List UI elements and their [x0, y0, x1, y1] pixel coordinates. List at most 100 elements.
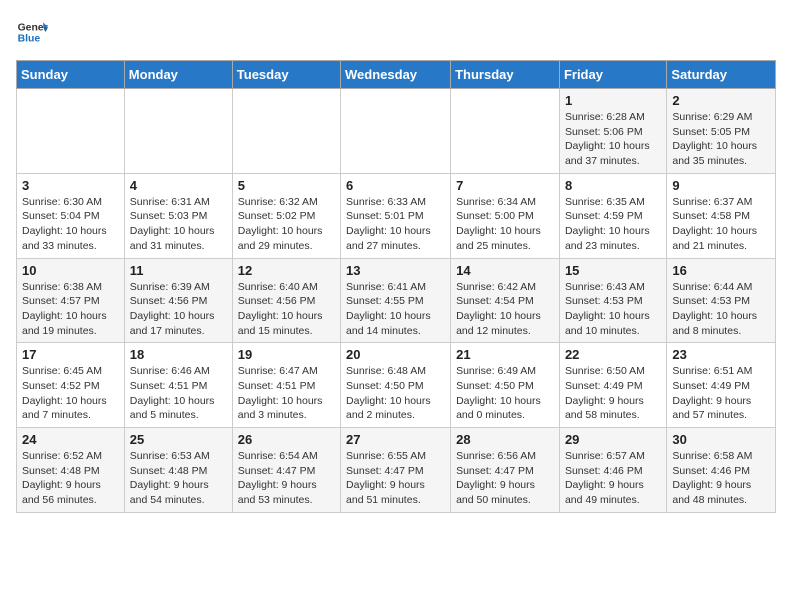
calendar-cell: [124, 89, 232, 174]
calendar-cell: 4 Sunrise: 6:31 AM Sunset: 5:03 PM Daylig…: [124, 173, 232, 258]
calendar-table: SundayMondayTuesdayWednesdayThursdayFrid…: [16, 60, 776, 513]
day-info: Sunrise: 6:50 AM Sunset: 4:49 PM Dayligh…: [565, 364, 661, 423]
day-number: 5: [238, 178, 335, 193]
weekday-header: Tuesday: [232, 61, 340, 89]
day-number: 27: [346, 432, 445, 447]
calendar-cell: 10Sunrise: 6:38 AM Sunset: 4:57 PM Dayli…: [17, 258, 125, 343]
day-number: 1: [565, 93, 661, 108]
calendar-cell: [17, 89, 125, 174]
day-number: 14: [456, 263, 554, 278]
day-number: 10: [22, 263, 119, 278]
calendar-cell: 30 Sunrise: 6:58 AM Sunset: 4:46 PM Dayli…: [667, 428, 776, 513]
day-info: Sunrise: 6:54 AM Sunset: 4:47 PM Dayligh…: [238, 449, 335, 508]
page-header: General Blue: [16, 16, 776, 48]
calendar-cell: 16Sunrise: 6:44 AM Sunset: 4:53 PM Dayli…: [667, 258, 776, 343]
calendar-cell: 3 Sunrise: 6:30 AM Sunset: 5:04 PM Daylig…: [17, 173, 125, 258]
calendar-cell: 29 Sunrise: 6:57 AM Sunset: 4:46 PM Dayli…: [559, 428, 666, 513]
day-info: Sunrise: 6:57 AM Sunset: 4:46 PM Dayligh…: [565, 449, 661, 508]
calendar-week-row: 3 Sunrise: 6:30 AM Sunset: 5:04 PM Daylig…: [17, 173, 776, 258]
calendar-header-row: SundayMondayTuesdayWednesdayThursdayFrid…: [17, 61, 776, 89]
calendar-week-row: 1Sunrise: 6:28 AM Sunset: 5:06 PM Daylig…: [17, 89, 776, 174]
day-info: Sunrise: 6:56 AM Sunset: 4:47 PM Dayligh…: [456, 449, 554, 508]
calendar-cell: 12Sunrise: 6:40 AM Sunset: 4:56 PM Dayli…: [232, 258, 340, 343]
day-number: 3: [22, 178, 119, 193]
calendar-cell: 15Sunrise: 6:43 AM Sunset: 4:53 PM Dayli…: [559, 258, 666, 343]
calendar-cell: 22 Sunrise: 6:50 AM Sunset: 4:49 PM Dayli…: [559, 343, 666, 428]
day-number: 13: [346, 263, 445, 278]
calendar-cell: 2 Sunrise: 6:29 AM Sunset: 5:05 PM Daylig…: [667, 89, 776, 174]
day-info: Sunrise: 6:58 AM Sunset: 4:46 PM Dayligh…: [672, 449, 770, 508]
day-number: 24: [22, 432, 119, 447]
day-number: 17: [22, 347, 119, 362]
day-number: 18: [130, 347, 227, 362]
day-number: 21: [456, 347, 554, 362]
calendar-cell: 28Sunrise: 6:56 AM Sunset: 4:47 PM Dayli…: [451, 428, 560, 513]
day-number: 30: [672, 432, 770, 447]
calendar-cell: [232, 89, 340, 174]
calendar-cell: 7 Sunrise: 6:34 AM Sunset: 5:00 PM Daylig…: [451, 173, 560, 258]
day-number: 11: [130, 263, 227, 278]
day-number: 15: [565, 263, 661, 278]
calendar-cell: 19 Sunrise: 6:47 AM Sunset: 4:51 PM Dayli…: [232, 343, 340, 428]
day-number: 4: [130, 178, 227, 193]
calendar-cell: 23 Sunrise: 6:51 AM Sunset: 4:49 PM Dayli…: [667, 343, 776, 428]
day-info: Sunrise: 6:55 AM Sunset: 4:47 PM Dayligh…: [346, 449, 445, 508]
logo: General Blue: [16, 16, 48, 48]
day-info: Sunrise: 6:29 AM Sunset: 5:05 PM Dayligh…: [672, 110, 770, 169]
calendar-cell: 9 Sunrise: 6:37 AM Sunset: 4:58 PM Daylig…: [667, 173, 776, 258]
day-info: Sunrise: 6:41 AM Sunset: 4:55 PM Dayligh…: [346, 280, 445, 339]
weekday-header: Wednesday: [341, 61, 451, 89]
day-info: Sunrise: 6:34 AM Sunset: 5:00 PM Dayligh…: [456, 195, 554, 254]
day-info: Sunrise: 6:40 AM Sunset: 4:56 PM Dayligh…: [238, 280, 335, 339]
calendar-cell: 13 Sunrise: 6:41 AM Sunset: 4:55 PM Dayli…: [341, 258, 451, 343]
day-info: Sunrise: 6:48 AM Sunset: 4:50 PM Dayligh…: [346, 364, 445, 423]
calendar-cell: [341, 89, 451, 174]
day-info: Sunrise: 6:53 AM Sunset: 4:48 PM Dayligh…: [130, 449, 227, 508]
day-number: 2: [672, 93, 770, 108]
day-info: Sunrise: 6:31 AM Sunset: 5:03 PM Dayligh…: [130, 195, 227, 254]
calendar-week-row: 24Sunrise: 6:52 AM Sunset: 4:48 PM Dayli…: [17, 428, 776, 513]
day-info: Sunrise: 6:45 AM Sunset: 4:52 PM Dayligh…: [22, 364, 119, 423]
day-info: Sunrise: 6:44 AM Sunset: 4:53 PM Dayligh…: [672, 280, 770, 339]
day-number: 20: [346, 347, 445, 362]
day-number: 22: [565, 347, 661, 362]
day-number: 19: [238, 347, 335, 362]
calendar-cell: 21 Sunrise: 6:49 AM Sunset: 4:50 PM Dayli…: [451, 343, 560, 428]
calendar-cell: 27 Sunrise: 6:55 AM Sunset: 4:47 PM Dayli…: [341, 428, 451, 513]
weekday-header: Thursday: [451, 61, 560, 89]
calendar-cell: 20 Sunrise: 6:48 AM Sunset: 4:50 PM Dayli…: [341, 343, 451, 428]
calendar-cell: 26 Sunrise: 6:54 AM Sunset: 4:47 PM Dayli…: [232, 428, 340, 513]
day-number: 26: [238, 432, 335, 447]
day-info: Sunrise: 6:32 AM Sunset: 5:02 PM Dayligh…: [238, 195, 335, 254]
day-number: 8: [565, 178, 661, 193]
day-number: 23: [672, 347, 770, 362]
calendar-cell: [451, 89, 560, 174]
day-info: Sunrise: 6:35 AM Sunset: 4:59 PM Dayligh…: [565, 195, 661, 254]
calendar-cell: 24Sunrise: 6:52 AM Sunset: 4:48 PM Dayli…: [17, 428, 125, 513]
calendar-cell: 6 Sunrise: 6:33 AM Sunset: 5:01 PM Daylig…: [341, 173, 451, 258]
weekday-header: Saturday: [667, 61, 776, 89]
day-info: Sunrise: 6:37 AM Sunset: 4:58 PM Dayligh…: [672, 195, 770, 254]
day-number: 7: [456, 178, 554, 193]
day-number: 6: [346, 178, 445, 193]
calendar-cell: 8 Sunrise: 6:35 AM Sunset: 4:59 PM Daylig…: [559, 173, 666, 258]
weekday-header: Sunday: [17, 61, 125, 89]
calendar-week-row: 17 Sunrise: 6:45 AM Sunset: 4:52 PM Dayli…: [17, 343, 776, 428]
day-info: Sunrise: 6:33 AM Sunset: 5:01 PM Dayligh…: [346, 195, 445, 254]
weekday-header: Friday: [559, 61, 666, 89]
day-info: Sunrise: 6:51 AM Sunset: 4:49 PM Dayligh…: [672, 364, 770, 423]
day-number: 9: [672, 178, 770, 193]
day-info: Sunrise: 6:47 AM Sunset: 4:51 PM Dayligh…: [238, 364, 335, 423]
calendar-cell: 11 Sunrise: 6:39 AM Sunset: 4:56 PM Dayli…: [124, 258, 232, 343]
day-number: 29: [565, 432, 661, 447]
day-number: 25: [130, 432, 227, 447]
day-info: Sunrise: 6:49 AM Sunset: 4:50 PM Dayligh…: [456, 364, 554, 423]
calendar-cell: 17 Sunrise: 6:45 AM Sunset: 4:52 PM Dayli…: [17, 343, 125, 428]
day-info: Sunrise: 6:39 AM Sunset: 4:56 PM Dayligh…: [130, 280, 227, 339]
calendar-cell: 1Sunrise: 6:28 AM Sunset: 5:06 PM Daylig…: [559, 89, 666, 174]
svg-text:Blue: Blue: [18, 34, 41, 45]
calendar-cell: 5 Sunrise: 6:32 AM Sunset: 5:02 PM Daylig…: [232, 173, 340, 258]
day-info: Sunrise: 6:46 AM Sunset: 4:51 PM Dayligh…: [130, 364, 227, 423]
calendar-cell: 14Sunrise: 6:42 AM Sunset: 4:54 PM Dayli…: [451, 258, 560, 343]
day-info: Sunrise: 6:30 AM Sunset: 5:04 PM Dayligh…: [22, 195, 119, 254]
